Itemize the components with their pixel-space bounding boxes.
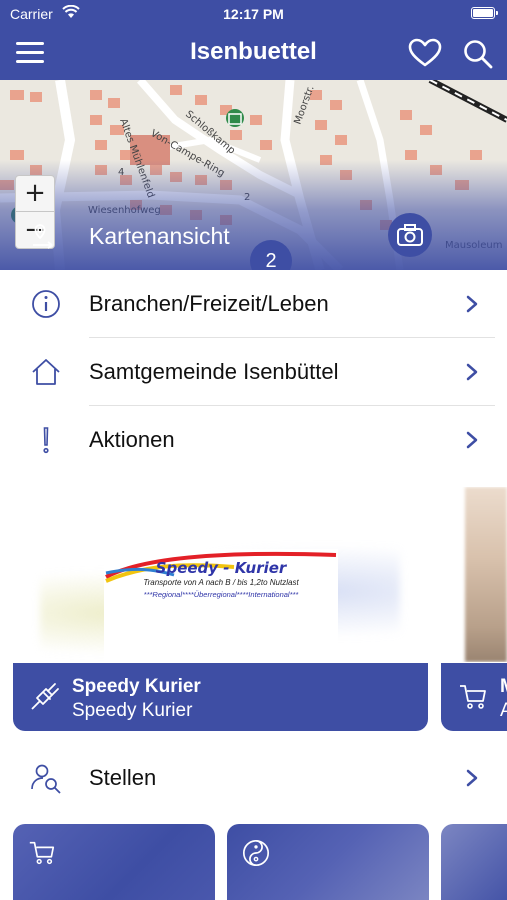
chevron-right-icon (466, 363, 478, 381)
ad-carousel[interactable]: Speedy - Kurier Transporte von A nach B … (0, 487, 507, 662)
map-view-label: Kartenansicht (89, 223, 230, 249)
logo-title: Speedy - Kurier (155, 559, 287, 577)
shopping-cart-icon (29, 841, 55, 865)
search-icon[interactable] (462, 38, 494, 70)
tile-next[interactable] (441, 824, 507, 900)
tile-shopping[interactable] (13, 824, 215, 900)
ad-card-speedy-kurier[interactable]: Speedy Kurier Speedy Kurier (13, 663, 428, 731)
chevron-right-icon (466, 431, 478, 449)
plug-icon (31, 683, 59, 710)
status-bar: Carrier 12:17 PM (0, 0, 507, 28)
map-pin-icon (33, 224, 53, 249)
heart-icon[interactable] (408, 38, 442, 68)
menu-item-aktionen[interactable]: Aktionen (0, 406, 507, 474)
zoom-in-button[interactable]: + (16, 176, 54, 212)
ad-card-subtitle: A (500, 700, 507, 721)
logo-tagline: ***Regional****Überregional****Internati… (143, 590, 299, 599)
menu-item-stellen[interactable]: Stellen (0, 744, 507, 812)
map-view-button[interactable]: Kartenansicht (0, 213, 507, 263)
chevron-right-icon (466, 769, 478, 787)
shopping-cart-icon (460, 685, 486, 709)
menu-item-label: Samtgemeinde Isenbüttel (89, 359, 339, 384)
logo-subtitle: Transporte von A nach B / bis 1,2to Nutz… (143, 578, 299, 587)
menu-item-label: Branchen/Freizeit/Leben (89, 291, 329, 316)
tile-wellness[interactable] (227, 824, 429, 900)
info-circle-icon (32, 290, 60, 318)
ad-card-title: M (500, 676, 507, 698)
next-ad-image (465, 487, 507, 662)
battery-icon (471, 7, 498, 19)
header: Carrier 12:17 PM Isenbuettel (0, 0, 507, 80)
menu-item-samtgemeinde[interactable]: Samtgemeinde Isenbüttel (0, 338, 507, 406)
menu-item-branchen[interactable]: Branchen/Freizeit/Leben (0, 270, 507, 338)
menu-item-label: Stellen (89, 765, 157, 790)
exclamation-icon (43, 427, 49, 454)
house-icon (32, 359, 60, 385)
ad-card-subtitle: Speedy Kurier (72, 700, 193, 721)
people-search-icon (31, 764, 61, 794)
chevron-right-icon (466, 295, 478, 313)
ad-card-title: Speedy Kurier (72, 676, 201, 697)
menu-item-label: Aktionen (89, 427, 175, 452)
status-time: 12:17 PM (223, 6, 284, 22)
speedy-kurier-logo: Speedy - Kurier Transporte von A nach B … (104, 549, 338, 662)
ad-card-next[interactable]: M A (441, 663, 507, 731)
yin-yang-icon (242, 839, 270, 867)
